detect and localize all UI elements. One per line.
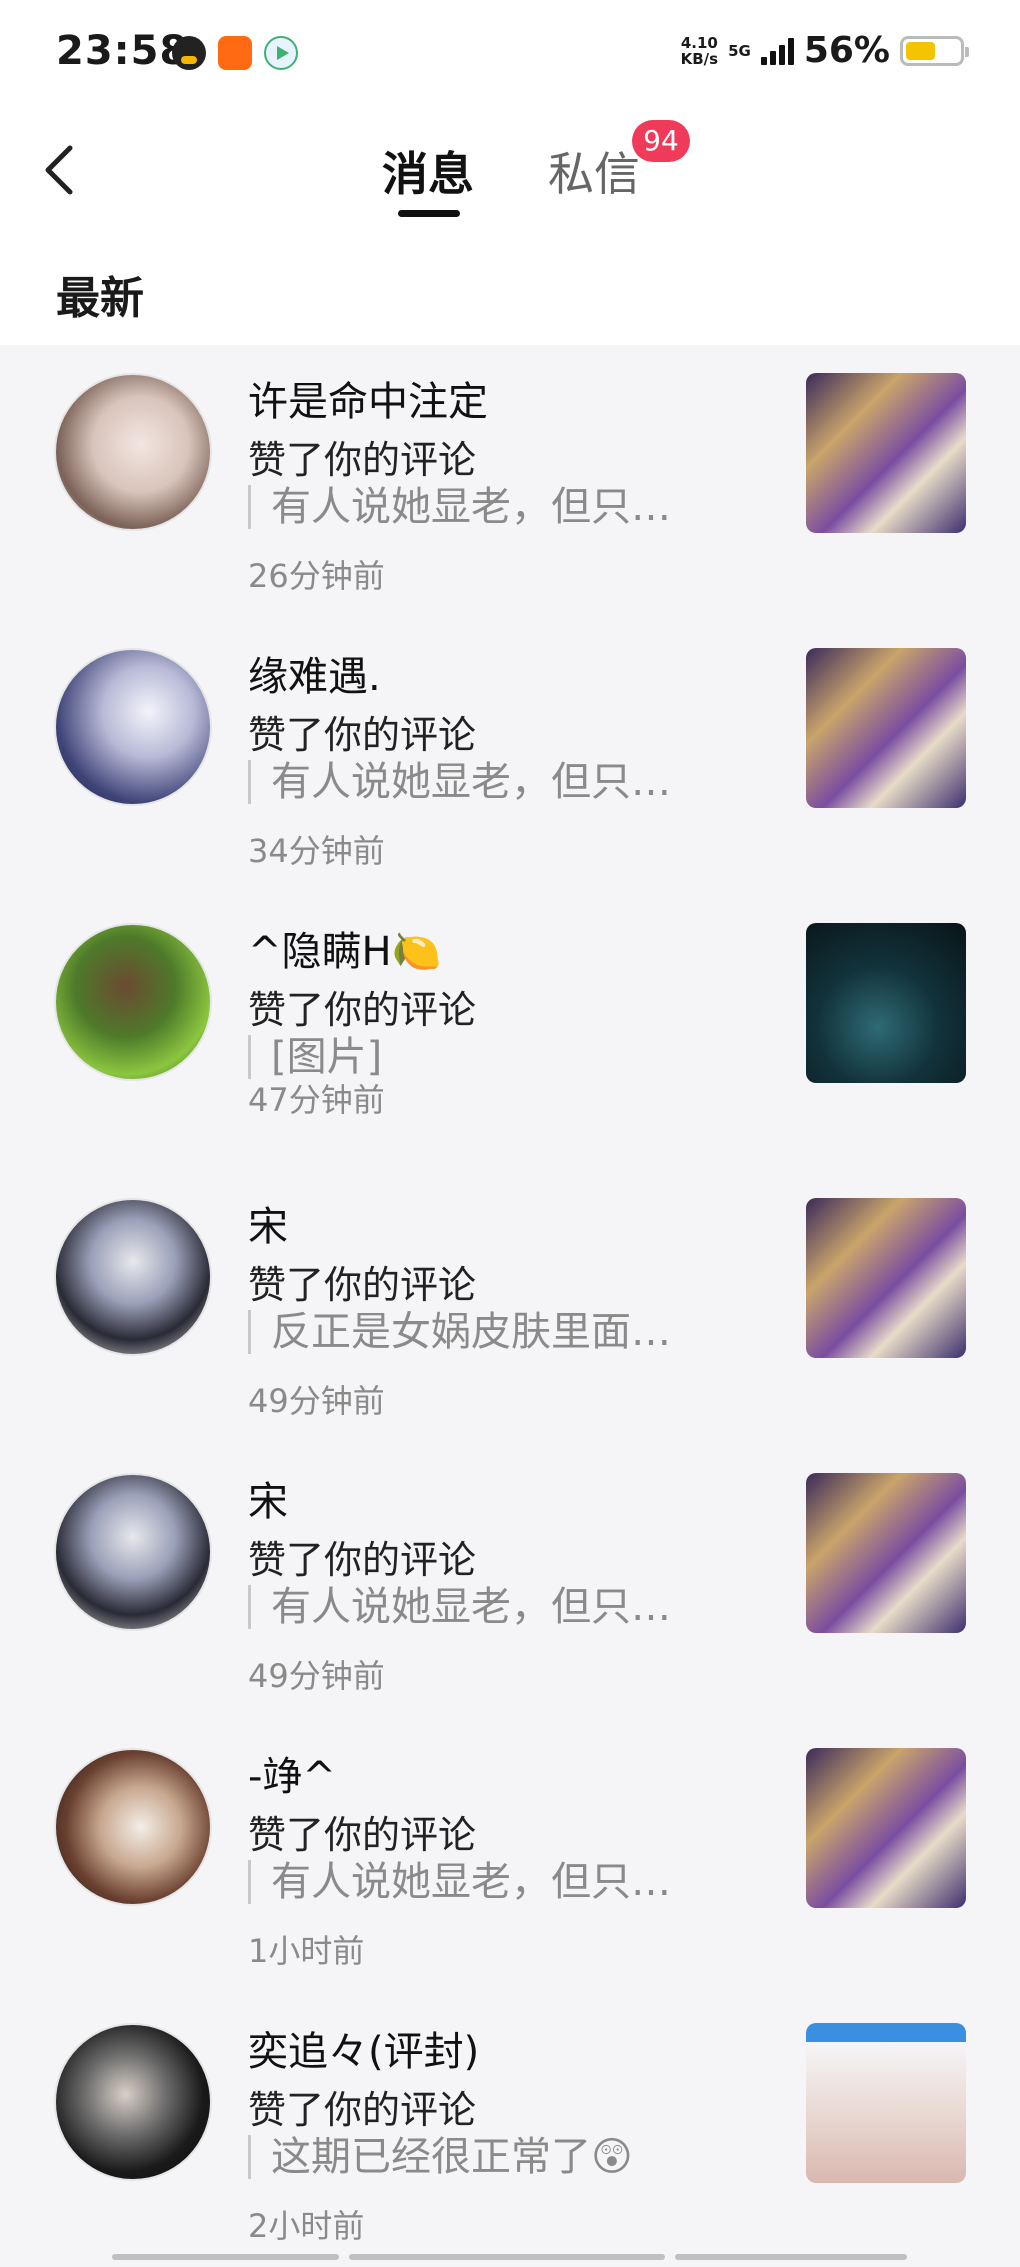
post-thumbnail[interactable] — [806, 373, 966, 533]
list-item[interactable]: 宋 赞了你的评论 有人说她显老，但只… 49分钟前 — [0, 1445, 1020, 1720]
comment-quote: 有人说她显老，但只… — [248, 485, 671, 529]
list-item[interactable]: 缘难遇. 赞了你的评论 有人说她显老，但只… 34分钟前 — [0, 620, 1020, 895]
tab-messages[interactable]: 消息 — [382, 138, 474, 204]
user-name[interactable]: 宋 — [248, 1194, 288, 1252]
notification-list: 许是命中注定 赞了你的评论 有人说她显老，但只… 26分钟前 缘难遇. 赞了你的… — [0, 345, 1020, 2267]
list-item[interactable]: 宋 赞了你的评论 反正是女娲皮肤里面… 49分钟前 — [0, 1170, 1020, 1445]
back-arrow-icon[interactable] — [36, 140, 86, 200]
action-text: 赞了你的评论 — [248, 1813, 477, 1857]
action-text: 赞了你的评论 — [248, 2088, 477, 2132]
list-item[interactable]: -竫^ 赞了你的评论 有人说她显老，但只… 1小时前 — [0, 1720, 1020, 1995]
timestamp: 26分钟前 — [248, 557, 385, 595]
comment-quote: [图片] — [248, 1035, 382, 1079]
post-thumbnail[interactable] — [806, 648, 966, 808]
timestamp: 1小时前 — [248, 1932, 365, 1970]
battery-percent: 56% — [803, 30, 890, 71]
user-name[interactable]: ^隐瞒H🍋 — [248, 919, 441, 977]
post-thumbnail[interactable] — [806, 1473, 966, 1633]
action-text: 赞了你的评论 — [248, 713, 477, 757]
kuaishou-icon — [218, 36, 252, 70]
timestamp: 49分钟前 — [248, 1657, 385, 1695]
list-item[interactable]: 许是命中注定 赞了你的评论 有人说她显老，但只… 26分钟前 — [0, 345, 1020, 620]
home-indicator — [112, 2254, 907, 2262]
user-name[interactable]: 缘难遇. — [248, 644, 381, 702]
section-title: 最新 — [56, 273, 144, 324]
avatar[interactable] — [54, 923, 212, 1081]
tab-direct-messages[interactable]: 私信 — [548, 138, 640, 204]
timestamp: 34分钟前 — [248, 832, 385, 870]
status-indicators: 4.10 KB/s 5G 56% — [681, 30, 969, 71]
post-thumbnail[interactable] — [806, 2023, 966, 2183]
timestamp: 47分钟前 — [248, 1081, 385, 1119]
avatar[interactable] — [54, 2023, 212, 2181]
battery-fill — [906, 41, 936, 60]
comment-quote: 有人说她显老，但只… — [248, 1860, 671, 1904]
action-text: 赞了你的评论 — [248, 1263, 477, 1307]
comment-quote: 反正是女娲皮肤里面… — [248, 1310, 671, 1354]
user-name[interactable]: -竫^ — [248, 1744, 336, 1802]
net-speed-value: 4.10 — [680, 33, 718, 52]
comment-quote: 有人说她显老，但只… — [248, 1585, 671, 1629]
unread-badge: 94 — [632, 120, 690, 162]
action-text: 赞了你的评论 — [248, 1538, 477, 1582]
avatar[interactable] — [54, 373, 212, 531]
post-thumbnail[interactable] — [806, 923, 966, 1083]
net-speed-unit: KB/s — [680, 49, 719, 68]
avatar[interactable] — [54, 1473, 212, 1631]
user-name[interactable]: 奕追々(评封) — [248, 2019, 479, 2077]
avatar[interactable] — [54, 1198, 212, 1356]
timestamp: 2小时前 — [248, 2207, 365, 2245]
messages-page: 23:58 4.10 KB/s 5G 56% 消息 私信 94 最新 许是命中注… — [0, 0, 1020, 2267]
video-app-icon — [264, 36, 298, 70]
section-header: 最新 — [0, 240, 1020, 345]
list-item[interactable]: 奕追々(评封) 赞了你的评论 这期已经很正常了😲 2小时前 — [0, 1995, 1020, 2267]
comment-quote: 这期已经很正常了😲 — [248, 2135, 633, 2179]
list-item[interactable]: ^隐瞒H🍋 赞了你的评论 [图片] 47分钟前 — [0, 895, 1020, 1170]
signal-icon — [760, 37, 794, 65]
timestamp: 49分钟前 — [248, 1382, 385, 1420]
status-bar: 23:58 4.10 KB/s 5G 56% — [0, 0, 1020, 110]
active-tab-indicator — [398, 210, 460, 217]
network-type: 5G — [728, 41, 751, 60]
avatar[interactable] — [54, 648, 212, 806]
action-text: 赞了你的评论 — [248, 988, 477, 1032]
action-text: 赞了你的评论 — [248, 438, 477, 482]
battery-icon — [900, 35, 969, 66]
status-app-icons — [172, 36, 298, 70]
comment-quote: 有人说她显老，但只… — [248, 760, 671, 804]
status-time: 23:58 — [56, 28, 189, 74]
header: 消息 私信 94 — [0, 110, 1020, 240]
user-name[interactable]: 许是命中注定 — [248, 369, 488, 427]
user-name[interactable]: 宋 — [248, 1469, 288, 1527]
post-thumbnail[interactable] — [806, 1748, 966, 1908]
post-thumbnail[interactable] — [806, 1198, 966, 1358]
qq-icon — [172, 36, 206, 70]
avatar[interactable] — [54, 1748, 212, 1906]
net-speed: 4.10 KB/s — [681, 35, 718, 67]
